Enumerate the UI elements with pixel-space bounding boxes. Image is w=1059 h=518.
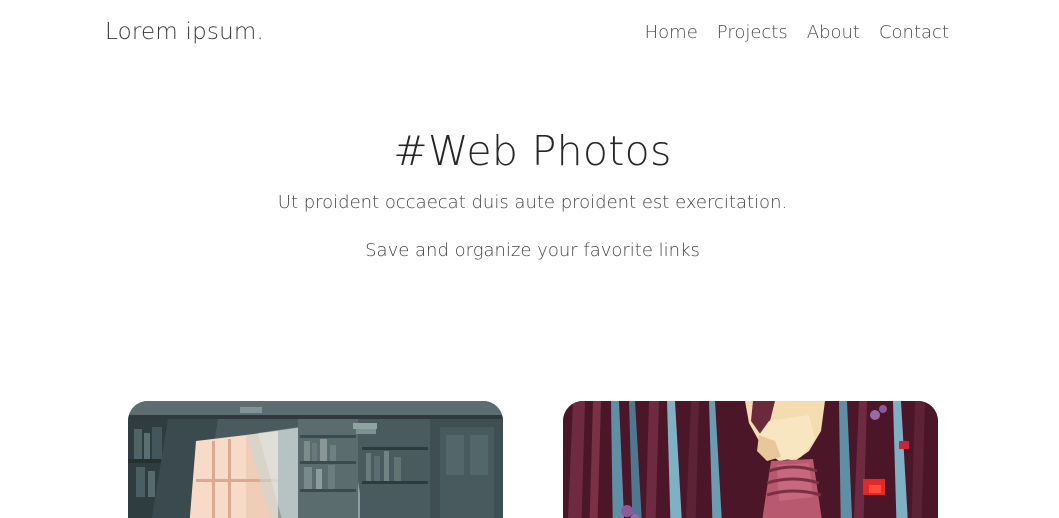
- nav-link-about[interactable]: About: [807, 22, 860, 43]
- forest-figure-image: [563, 401, 938, 518]
- photo-card-forest[interactable]: [563, 401, 938, 518]
- brand-logo-text[interactable]: Lorem ipsum.: [105, 19, 264, 45]
- library-window-image: [128, 401, 503, 518]
- nav-item-projects: Projects: [717, 22, 788, 43]
- photo-card-library[interactable]: [128, 401, 503, 518]
- nav-link-projects[interactable]: Projects: [717, 22, 788, 43]
- nav-links: Home Projects About Contact: [645, 22, 949, 43]
- page-title: #Web Photos: [393, 127, 672, 175]
- top-navigation: Lorem ipsum. Home Projects About Contact: [105, 14, 949, 50]
- hero-tagline: Save and organize your favorite links: [365, 240, 700, 261]
- nav-link-home[interactable]: Home: [645, 22, 698, 43]
- hero-section: #Web Photos Ut proident occaecat duis au…: [0, 122, 1059, 261]
- nav-link-contact[interactable]: Contact: [879, 22, 949, 43]
- nav-item-about: About: [807, 22, 860, 43]
- nav-item-contact: Contact: [879, 22, 949, 43]
- page: Lorem ipsum. Home Projects About Contact…: [0, 0, 1059, 518]
- nav-item-home: Home: [645, 22, 698, 43]
- hero-subtitle: Ut proident occaecat duis aute proident …: [277, 192, 788, 213]
